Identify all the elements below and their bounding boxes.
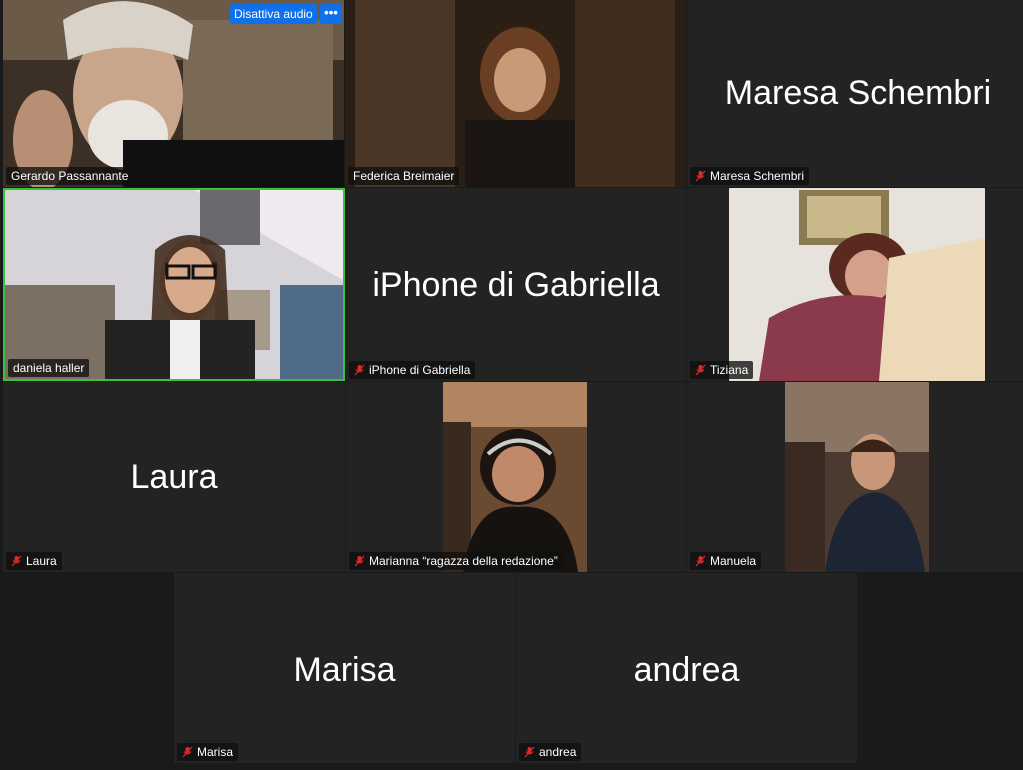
participant-tile-andrea[interactable]: andrea andrea bbox=[516, 573, 857, 763]
more-options-button[interactable]: ••• bbox=[320, 4, 342, 24]
participant-display-name: Marisa bbox=[293, 651, 396, 689]
participant-name: Manuela bbox=[710, 554, 757, 568]
participant-tile-federica[interactable]: Federica Breimaier bbox=[345, 0, 686, 187]
participant-tile-marisa[interactable]: Marisa Marisa bbox=[174, 573, 515, 763]
video-frame-gerardo bbox=[3, 0, 344, 187]
participant-nameplate: Gerardo Passannante bbox=[6, 167, 134, 185]
participant-nameplate: daniela haller bbox=[8, 359, 90, 377]
muted-mic-icon bbox=[182, 746, 193, 758]
participant-video bbox=[345, 0, 686, 187]
participant-name: Maresa Schembri bbox=[710, 169, 805, 183]
participant-name: Marisa bbox=[197, 745, 234, 759]
muted-mic-icon bbox=[695, 555, 706, 567]
participant-nameplate: Marianna “ragazza della redazione” bbox=[349, 552, 563, 570]
participant-name: Laura bbox=[26, 554, 57, 568]
participant-tile-manuela[interactable]: Manuela bbox=[687, 382, 1023, 572]
participant-display-name: Laura bbox=[130, 458, 218, 496]
participant-name: Tiziana bbox=[710, 363, 749, 377]
participant-nameplate: Marisa bbox=[177, 743, 239, 761]
muted-mic-icon bbox=[524, 746, 535, 758]
participant-video bbox=[5, 190, 343, 379]
muted-mic-icon bbox=[695, 170, 706, 182]
participant-name: daniela haller bbox=[13, 361, 85, 375]
participant-name: andrea bbox=[539, 745, 577, 759]
participant-nameplate: andrea bbox=[519, 743, 582, 761]
participant-tile-marianna[interactable]: Marianna “ragazza della redazione” bbox=[346, 382, 686, 572]
muted-mic-icon bbox=[354, 364, 365, 376]
participant-name: Federica Breimaier bbox=[353, 169, 455, 183]
participant-display-name: andrea bbox=[633, 651, 740, 689]
participant-video bbox=[729, 188, 985, 381]
muted-mic-icon bbox=[11, 555, 22, 567]
mute-audio-button[interactable]: Disattiva audio bbox=[230, 4, 317, 24]
participant-tile-tiziana[interactable]: Tiziana bbox=[687, 188, 1023, 381]
participant-tile-gerardo[interactable]: Disattiva audio ••• Gerardo Passannante bbox=[3, 0, 344, 187]
participant-video bbox=[3, 0, 344, 187]
participant-nameplate: Maresa Schembri bbox=[690, 167, 810, 185]
muted-mic-icon bbox=[354, 555, 365, 567]
participant-display-name: iPhone di Gabriella bbox=[372, 266, 660, 304]
muted-mic-icon bbox=[695, 364, 706, 376]
participant-name: Gerardo Passannante bbox=[11, 169, 129, 183]
participant-name: Marianna “ragazza della redazione” bbox=[369, 554, 558, 568]
participant-tile-laura[interactable]: Laura Laura bbox=[3, 382, 345, 572]
video-frame-federica bbox=[345, 0, 686, 187]
participant-tile-maresa[interactable]: Maresa Schembri Maresa Schembri bbox=[687, 0, 1023, 187]
participant-nameplate: Manuela bbox=[690, 552, 762, 570]
participant-tile-daniela[interactable]: daniela haller bbox=[3, 188, 345, 381]
participant-nameplate: Tiziana bbox=[690, 361, 754, 379]
participant-nameplate: Laura bbox=[6, 552, 62, 570]
participant-display-name: Maresa Schembri bbox=[724, 74, 992, 112]
video-frame-tiziana bbox=[729, 188, 985, 381]
video-frame-daniela bbox=[5, 190, 343, 379]
video-frame-manuela bbox=[785, 382, 929, 572]
participant-nameplate: iPhone di Gabriella bbox=[349, 361, 476, 379]
participant-tile-gabriella[interactable]: iPhone di Gabriella iPhone di Gabriella bbox=[346, 188, 686, 381]
video-frame-marianna bbox=[443, 382, 587, 572]
participant-nameplate: Federica Breimaier bbox=[348, 167, 460, 185]
participant-video bbox=[785, 382, 929, 572]
participant-video bbox=[443, 382, 587, 572]
participant-name: iPhone di Gabriella bbox=[369, 363, 471, 377]
